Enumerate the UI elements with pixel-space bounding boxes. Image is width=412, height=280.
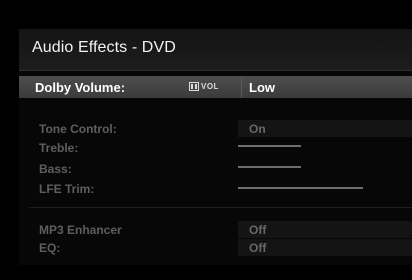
- bass-label: Bass:: [39, 162, 72, 176]
- title-bar: Audio Effects - DVD: [19, 29, 412, 71]
- eq-value[interactable]: Off: [249, 241, 266, 255]
- treble-slider[interactable]: [238, 144, 363, 148]
- dolby-volume-row[interactable]: Dolby Volume: VOL Low: [19, 76, 412, 98]
- bass-slider-fill: [238, 166, 301, 168]
- eq-label: EQ:: [39, 241, 61, 255]
- mp3-enhancer-value[interactable]: Off: [249, 223, 266, 237]
- dolby-volume-value[interactable]: Low: [249, 80, 275, 95]
- lfe-trim-slider-fill: [238, 187, 363, 189]
- tone-control-label: Tone Control:: [39, 122, 117, 136]
- section-divider: [29, 207, 412, 208]
- page-title: Audio Effects - DVD: [32, 39, 176, 56]
- value-separator: [241, 76, 242, 98]
- lfe-trim-label: LFE Trim:: [39, 182, 95, 196]
- mp3-enhancer-label: MP3 Enhancer: [39, 223, 122, 237]
- dolby-vol-logo-text: VOL: [201, 82, 219, 91]
- lfe-trim-slider[interactable]: [238, 186, 363, 190]
- bass-slider[interactable]: [238, 165, 363, 169]
- treble-slider-fill: [238, 145, 301, 147]
- audio-effects-screen: Audio Effects - DVD Dolby Volume: VOL Lo…: [19, 29, 412, 265]
- dolby-logo-icon: VOL: [189, 81, 219, 92]
- treble-label: Treble:: [39, 141, 79, 155]
- double-d-icon: [189, 82, 199, 91]
- tone-control-value[interactable]: On: [249, 122, 266, 136]
- dolby-volume-label: Dolby Volume:: [35, 80, 126, 95]
